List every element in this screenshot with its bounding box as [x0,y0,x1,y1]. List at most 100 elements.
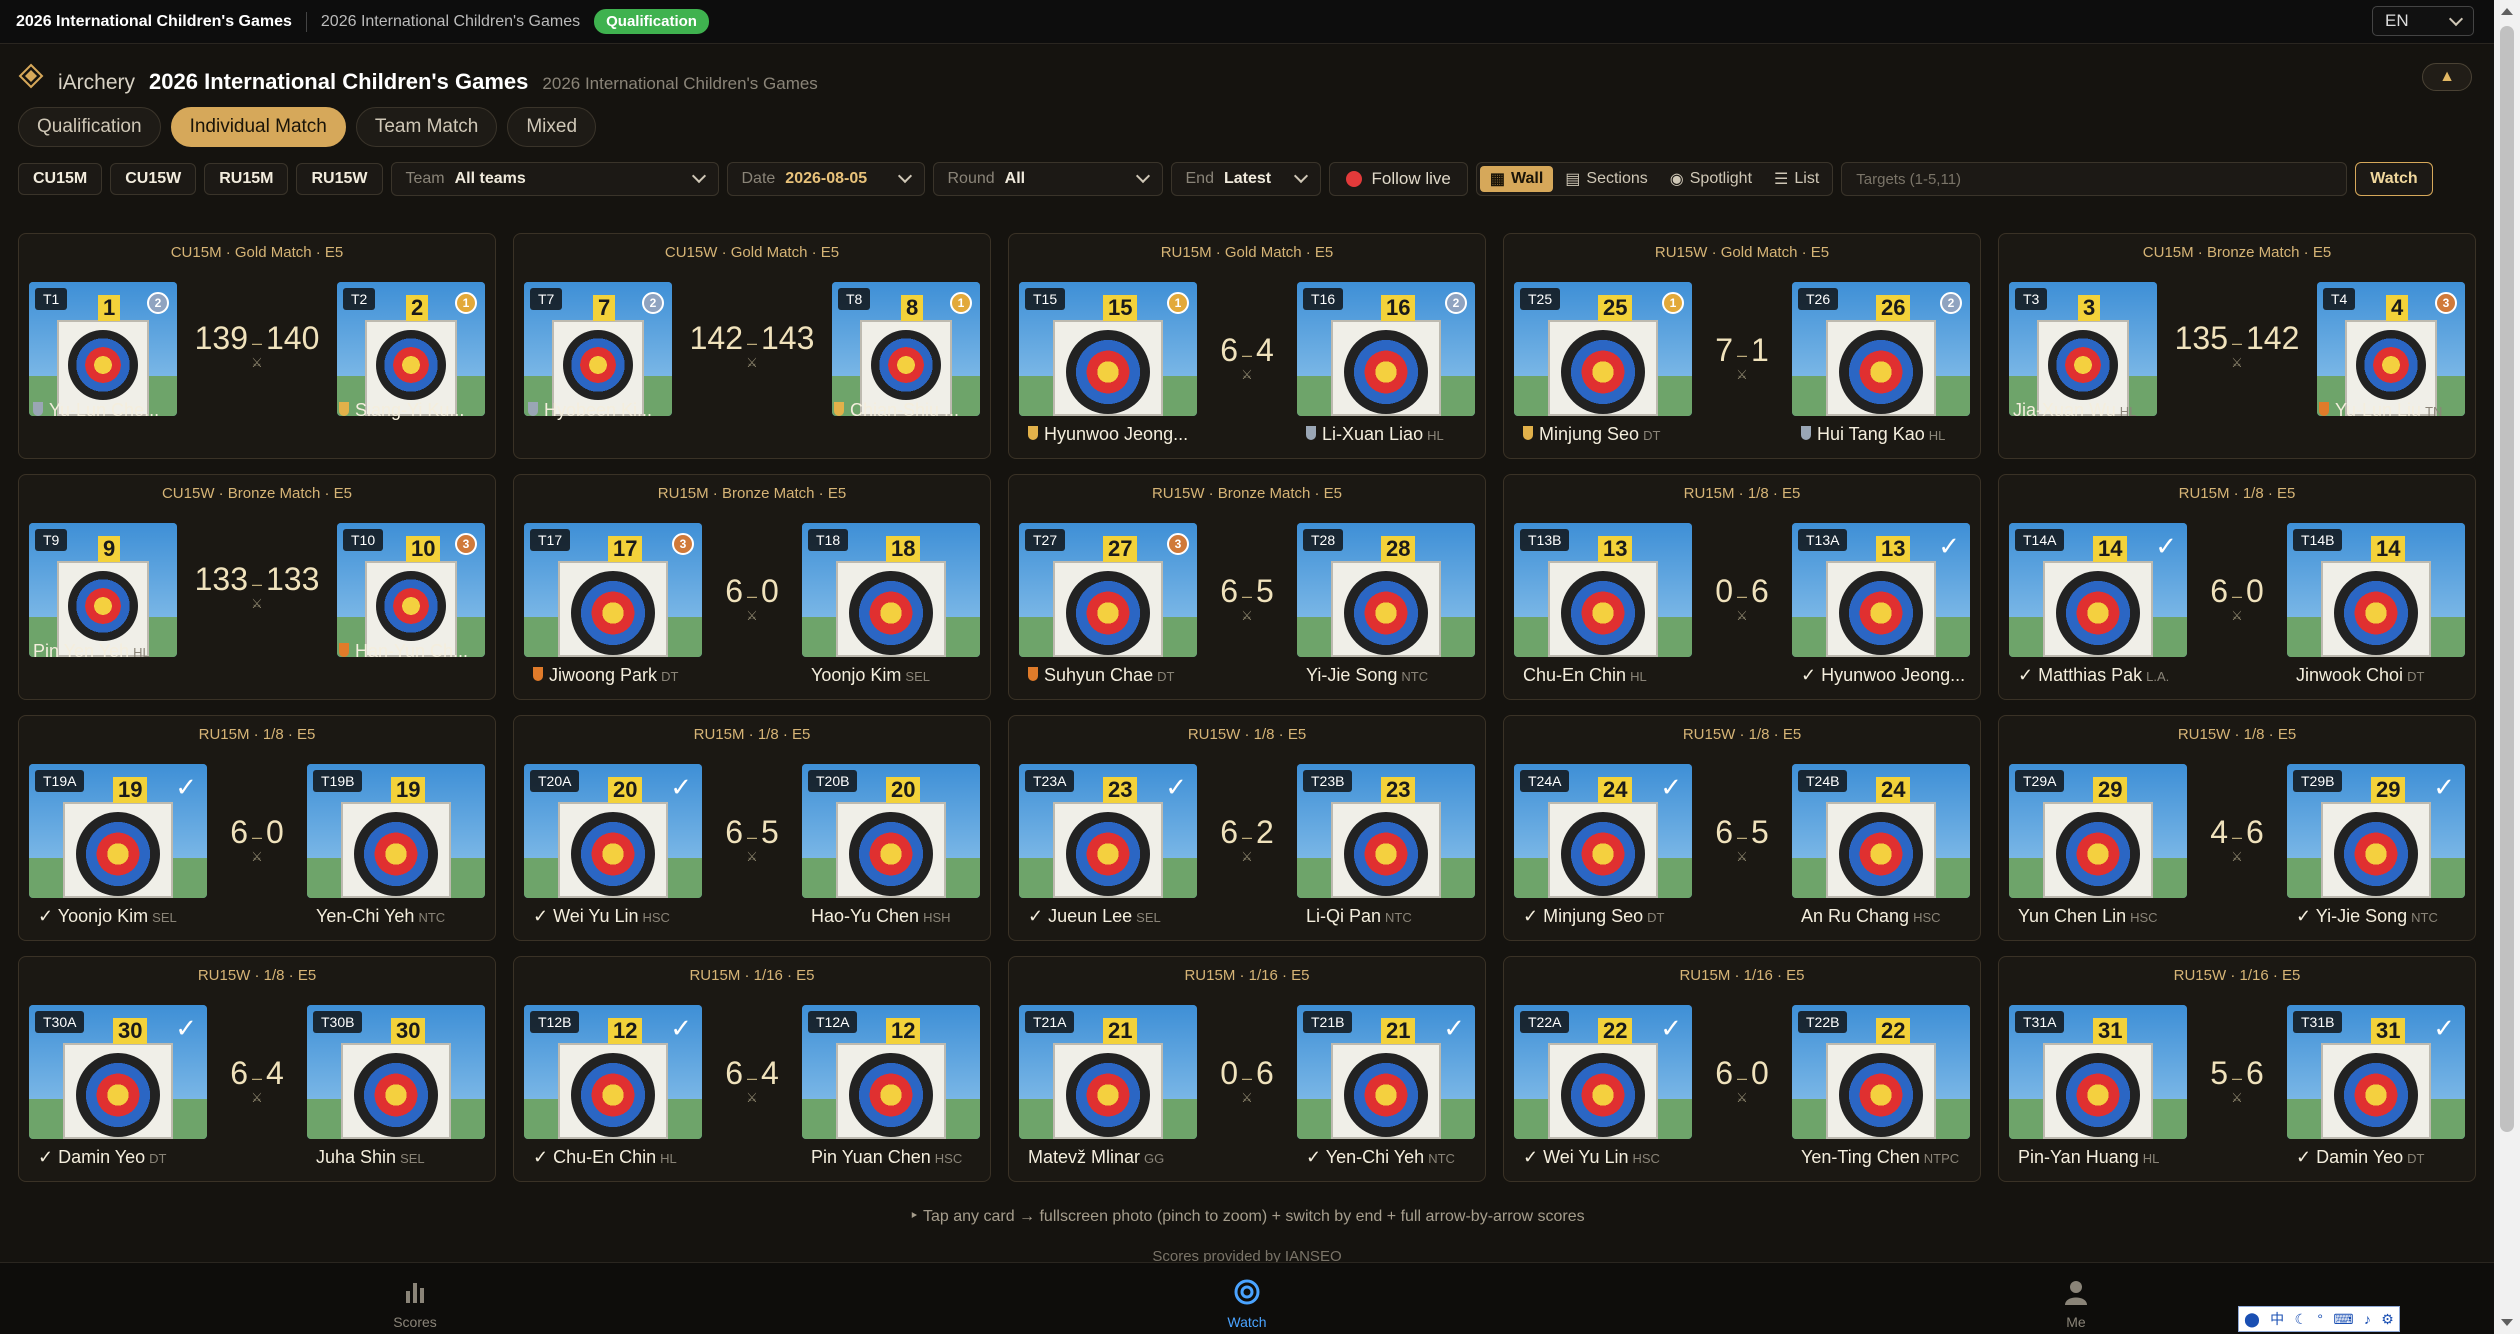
match-card[interactable]: RU15W · 1/8 · E5 30 T30A ✓ 30 T30B 6–4 ⚔… [18,956,496,1182]
archer-name-b[interactable]: Yen-Ting Chen NTPC [1801,1147,1959,1168]
archer-name-b[interactable]: ✓ Yi-Jie Song NTC [2296,906,2438,927]
match-card[interactable]: RU15M · Gold Match · E5 15 T15 1 16 T16 … [1008,233,1486,459]
team-dropdown[interactable]: Team All teams [390,162,719,196]
archer-name-b[interactable]: Li-Qi Pan NTC [1306,906,1412,927]
target-photo[interactable]: 24 T24B [1792,764,1970,898]
target-photo[interactable]: 10 T10 3 [337,523,485,657]
match-card[interactable]: CU15W · Gold Match · E5 7 T7 2 8 T8 1 14… [513,233,991,459]
division-chip-ru15m[interactable]: RU15M [204,163,289,195]
match-card[interactable]: RU15W · 1/16 · E5 31 T31A 31 T31B ✓ 5–6 … [1998,956,2476,1182]
date-dropdown[interactable]: Date 2026-08-05 [726,162,925,196]
target-photo[interactable]: 31 T31A [2009,1005,2187,1139]
match-card[interactable]: RU15W · 1/8 · E5 29 T29A 29 T29B ✓ 4–6 ⚔… [1998,715,2476,941]
target-photo[interactable]: 13 T13B [1514,523,1692,657]
target-photo[interactable]: 12 T12B ✓ [524,1005,702,1139]
archer-name-a[interactable]: ✓ Yoonjo Kim SEL [38,906,177,927]
match-card[interactable]: RU15W · 1/8 · E5 23 T23A ✓ 23 T23B 6–2 ⚔… [1008,715,1486,941]
target-photo[interactable]: 31 T31B ✓ [2287,1005,2465,1139]
archer-name-b[interactable]: Yoonjo Kim SEL [811,665,930,686]
archer-name-b[interactable]: Hui Tang Kao HL [1801,424,1945,445]
match-card[interactable]: RU15M · 1/8 · E5 14 T14A ✓ 14 T14B 6–0 ⚔… [1998,474,2476,700]
division-chip-cu15w[interactable]: CU15W [110,163,197,195]
archer-name-a[interactable]: Suhyun Chae DT [1028,665,1174,686]
match-card[interactable]: CU15M · Bronze Match · E5 3 T3 4 T4 3 13… [1998,233,2476,459]
view-spotlight-button[interactable]: ◉ Spotlight [1660,166,1762,192]
match-card[interactable]: RU15M · 1/16 · E5 12 T12B ✓ 12 T12A 6–4 … [513,956,991,1182]
tab-mixed[interactable]: Mixed [507,107,597,147]
target-photo[interactable]: 12 T12A [802,1005,980,1139]
archer-name-a[interactable]: Chu-En Chin HL [1523,665,1647,686]
target-photo[interactable]: 7 T7 2 [524,282,672,416]
match-card[interactable]: RU15M · 1/16 · E5 21 T21A 21 T21B ✓ 0–6 … [1008,956,1486,1182]
archer-name-b[interactable]: Yen-Chi Yeh NTC [316,906,445,927]
target-photo[interactable]: 20 T20B [802,764,980,898]
archer-name-a[interactable]: Yu-Lun Che... [33,400,163,421]
archer-name-b[interactable]: ✓ Hyunwoo Jeong... [1801,665,1969,686]
language-select[interactable]: EN [2372,6,2474,36]
target-photo[interactable]: 9 T9 [29,523,177,657]
archer-name-a[interactable]: Hyobeen Ki... [528,400,656,421]
system-tray-ime[interactable]: ⬤ 中 ☾ ° ⌨ ♪ ⚙ [2238,1306,2400,1332]
match-card[interactable]: RU15M · Bronze Match · E5 17 T17 3 18 T1… [513,474,991,700]
match-card[interactable]: RU15M · 1/8 · E5 13 T13B 13 T13A ✓ 0–6 ⚔… [1503,474,1981,700]
archer-name-a[interactable]: Matevž Mlinar GG [1028,1147,1164,1168]
target-photo[interactable]: 21 T21B ✓ [1297,1005,1475,1139]
archer-name-b[interactable]: ✓ Yen-Chi Yeh NTC [1306,1147,1455,1168]
tab-team-match[interactable]: Team Match [355,107,498,147]
match-card[interactable]: RU15M · 1/16 · E5 22 T22A ✓ 22 T22B 6–0 … [1503,956,1981,1182]
end-dropdown[interactable]: End Latest [1170,162,1321,196]
match-card[interactable]: RU15W · Gold Match · E5 25 T25 1 26 T26 … [1503,233,1981,459]
round-dropdown[interactable]: Round All [932,162,1163,196]
target-photo[interactable]: 19 T19B [307,764,485,898]
scrollbar-thumb[interactable] [2500,26,2514,1132]
archer-name-b[interactable]: Yu-Lun Liu TN [2319,400,2442,421]
archer-name-a[interactable]: ✓ Wei Yu Lin HSC [1523,1147,1660,1168]
archer-name-b[interactable]: An Ru Chang HSC [1801,906,1941,927]
scroll-up-arrow-icon[interactable] [2501,8,2513,15]
target-photo[interactable]: 4 T4 3 [2317,282,2465,416]
qualification-badge[interactable]: Qualification [594,9,709,34]
nav-me[interactable]: Me [2016,1277,2136,1330]
archer-name-b[interactable]: Chian-Shiu ... [834,400,963,421]
target-photo[interactable]: 14 T14B [2287,523,2465,657]
target-photo[interactable]: 25 T25 1 [1514,282,1692,416]
scroll-down-arrow-icon[interactable] [2501,1319,2513,1326]
target-photo[interactable]: 18 T18 [802,523,980,657]
target-photo[interactable]: 1 T1 2 [29,282,177,416]
target-photo[interactable]: 17 T17 3 [524,523,702,657]
target-photo[interactable]: 29 T29A [2009,764,2187,898]
archer-name-b[interactable]: ✓ Damin Yeo DT [2296,1147,2425,1168]
archer-name-a[interactable]: ✓ Matthias Pak L.A. [2018,665,2169,686]
archer-name-a[interactable]: Pin Yen Yeh HL [33,641,150,662]
target-photo[interactable]: 20 T20A ✓ [524,764,702,898]
match-card[interactable]: CU15W · Bronze Match · E5 9 T9 10 T10 3 … [18,474,496,700]
follow-live-toggle[interactable]: Follow live [1328,162,1468,196]
division-chip-ru15w[interactable]: RU15W [296,163,383,195]
target-photo[interactable]: 15 T15 1 [1019,282,1197,416]
archer-name-a[interactable]: Hyunwoo Jeong... [1028,424,1192,445]
archer-name-a[interactable]: Minjung Seo DT [1523,424,1660,445]
archer-name-b[interactable]: Siang-Yi Ku... [339,400,468,421]
archer-name-a[interactable]: ✓ Jueun Lee SEL [1028,906,1161,927]
target-photo[interactable]: 23 T23A ✓ [1019,764,1197,898]
target-photo[interactable]: 30 T30B [307,1005,485,1139]
archer-name-a[interactable]: ✓ Wei Yu Lin HSC [533,906,670,927]
targets-input[interactable]: Targets (1-5,11) [1841,162,2348,196]
archer-name-b[interactable]: Jinwook Choi DT [2296,665,2424,686]
target-photo[interactable]: 22 T22A ✓ [1514,1005,1692,1139]
archer-name-b[interactable]: Pin Yuan Chen HSC [811,1147,962,1168]
archer-name-b[interactable]: Li-Xuan Liao HL [1306,424,1444,445]
nav-watch[interactable]: Watch [1187,1277,1307,1330]
target-photo[interactable]: 8 T8 1 [832,282,980,416]
archer-name-b[interactable]: Juha Shin SEL [316,1147,425,1168]
target-photo[interactable]: 3 T3 [2009,282,2157,416]
target-photo[interactable]: 24 T24A ✓ [1514,764,1692,898]
match-card[interactable]: RU15M · 1/8 · E5 20 T20A ✓ 20 T20B 6–5 ⚔… [513,715,991,941]
target-photo[interactable]: 27 T27 3 [1019,523,1197,657]
match-card[interactable]: RU15M · 1/8 · E5 19 T19A ✓ 19 T19B 6–0 ⚔… [18,715,496,941]
division-chip-cu15m[interactable]: CU15M [18,163,103,195]
archer-name-a[interactable]: Yun Chen Lin HSC [2018,906,2158,927]
archer-name-b[interactable]: Yi-Jie Song NTC [1306,665,1428,686]
nav-scores[interactable]: Scores [355,1277,475,1330]
archer-name-b[interactable]: Hao-Yu Chen HSH [811,906,951,927]
